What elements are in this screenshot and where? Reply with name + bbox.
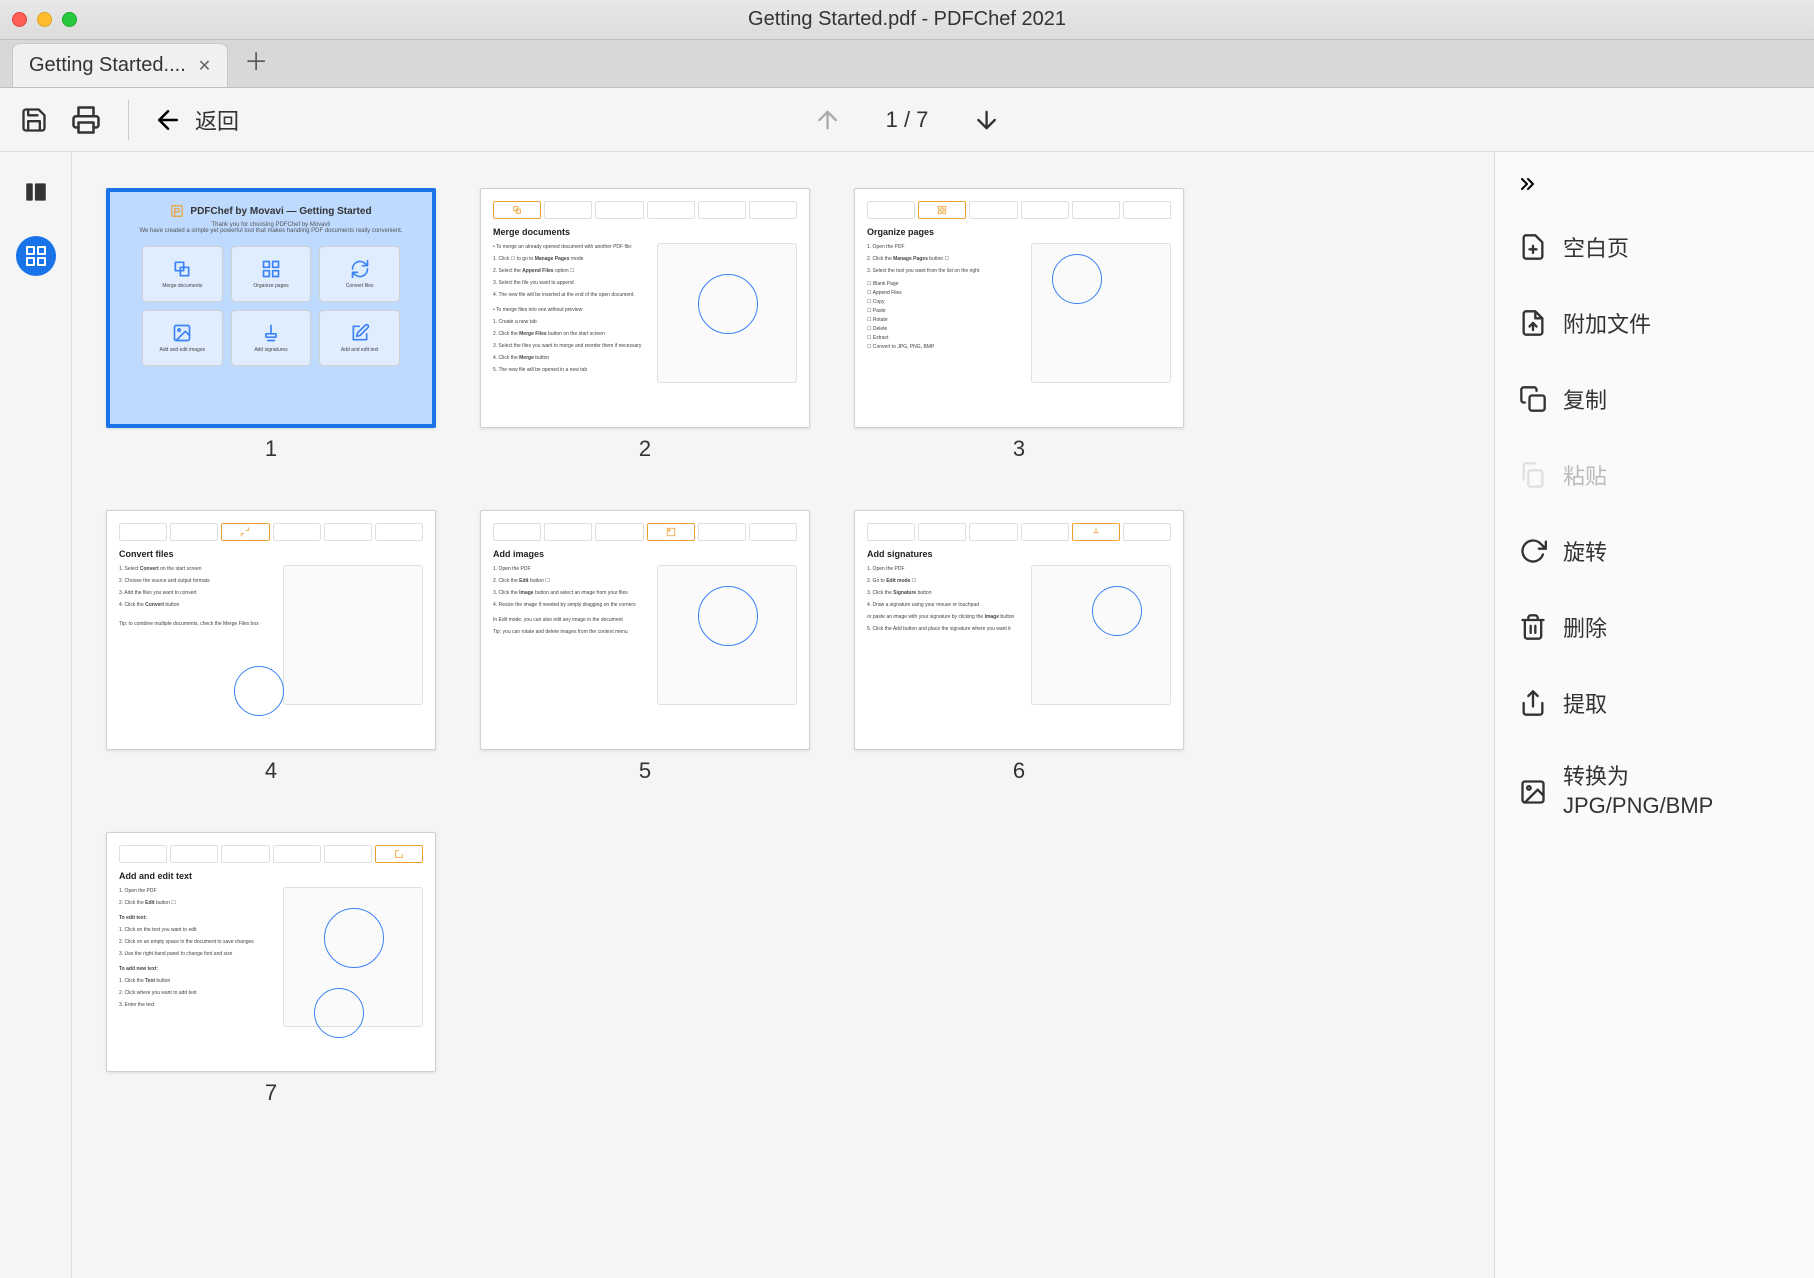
page-label: 5 — [639, 758, 651, 784]
page-label: 1 — [265, 436, 277, 462]
maximize-window-button[interactable] — [62, 12, 77, 27]
image-icon — [1519, 778, 1547, 806]
page-thumbnail-7[interactable]: Add and edit text 1. Open the PDF 2. Cli… — [96, 832, 446, 1106]
titlebar: Getting Started.pdf - PDFChef 2021 — [0, 0, 1814, 40]
back-button[interactable]: 返回 — [153, 104, 239, 136]
panel-label: 旋转 — [1563, 535, 1607, 567]
page-thumbnail-6[interactable]: Add signatures 1. Open the PDF 2. Go to … — [844, 510, 1194, 784]
chevrons-right-icon — [1515, 172, 1539, 196]
append-file-icon — [1519, 309, 1547, 337]
arrow-left-icon — [153, 105, 183, 135]
arrow-down-icon — [972, 106, 1000, 134]
prev-page-button[interactable] — [810, 102, 846, 138]
page-thumbnail-5[interactable]: Add images 1. Open the PDF 2. Click the … — [470, 510, 820, 784]
panel-label: 转换为 JPG/PNG/BMP — [1563, 763, 1713, 820]
grid-view-button[interactable] — [16, 236, 56, 276]
page-thumbnail-2[interactable]: Merge documents • To merge an already op… — [470, 188, 820, 462]
save-icon — [20, 106, 48, 134]
page-label: 7 — [265, 1080, 277, 1106]
window-title: Getting Started.pdf - PDFChef 2021 — [748, 8, 1066, 31]
page-label: 3 — [1013, 436, 1025, 462]
panel-label: 提取 — [1563, 687, 1607, 719]
paste-button: 粘贴 — [1495, 437, 1814, 513]
convert-button[interactable]: 转换为 JPG/PNG/BMP — [1495, 741, 1814, 842]
panel-label: 附加文件 — [1563, 307, 1651, 339]
page-thumbnail-3[interactable]: Organize pages 1. Open the PDF 2. Click … — [844, 188, 1194, 462]
paste-icon — [1519, 461, 1547, 489]
close-icon[interactable]: ✕ — [198, 56, 211, 76]
trash-icon — [1519, 613, 1547, 641]
right-panel: 空白页 附加文件 复制 粘贴 旋转 删除 提取 — [1494, 152, 1814, 1278]
page-label: 4 — [265, 758, 277, 784]
tab-label: Getting Started.... — [29, 54, 186, 77]
new-tab-button[interactable]: ＋ — [228, 32, 284, 87]
traffic-lights — [12, 12, 77, 27]
toolbar-divider — [128, 100, 129, 140]
left-rail — [0, 152, 72, 1278]
content-row: PDFChef by Movavi — Getting Started Than… — [0, 152, 1814, 1278]
close-window-button[interactable] — [12, 12, 27, 27]
next-page-button[interactable] — [968, 102, 1004, 138]
copy-icon — [1519, 385, 1547, 413]
rotate-button[interactable]: 旋转 — [1495, 513, 1814, 589]
collapse-panel-button[interactable] — [1495, 164, 1814, 209]
extract-icon — [1519, 689, 1547, 717]
page-thumbnail-1[interactable]: PDFChef by Movavi — Getting Started Than… — [96, 188, 446, 462]
extract-button[interactable]: 提取 — [1495, 665, 1814, 741]
thumbnails-area[interactable]: PDFChef by Movavi — Getting Started Than… — [72, 152, 1494, 1278]
minimize-window-button[interactable] — [37, 12, 52, 27]
page-indicator: 1 / 7 — [886, 107, 929, 133]
page-label: 6 — [1013, 758, 1025, 784]
toolbar: 返回 1 / 7 — [0, 88, 1814, 152]
tab-bar: Getting Started.... ✕ ＋ — [0, 40, 1814, 88]
page-navigator: 1 / 7 — [810, 102, 1005, 138]
back-label: 返回 — [195, 104, 239, 136]
append-file-button[interactable]: 附加文件 — [1495, 285, 1814, 361]
panel-label: 粘贴 — [1563, 459, 1607, 491]
delete-button[interactable]: 删除 — [1495, 589, 1814, 665]
panel-label: 删除 — [1563, 611, 1607, 643]
arrow-up-icon — [814, 106, 842, 134]
save-button[interactable] — [16, 102, 52, 138]
panel-label: 复制 — [1563, 383, 1607, 415]
print-icon — [71, 105, 101, 135]
tab-active[interactable]: Getting Started.... ✕ — [12, 43, 228, 87]
page-label: 2 — [639, 436, 651, 462]
grid-icon — [24, 244, 48, 268]
blank-page-icon — [1519, 233, 1547, 261]
blank-page-button[interactable]: 空白页 — [1495, 209, 1814, 285]
sidebar-icon — [23, 179, 49, 205]
app-icon — [170, 204, 184, 218]
thumbnails-view-button[interactable] — [16, 172, 56, 212]
panel-label: 空白页 — [1563, 231, 1629, 263]
print-button[interactable] — [68, 102, 104, 138]
copy-button[interactable]: 复制 — [1495, 361, 1814, 437]
page-thumbnail-4[interactable]: Convert files 1. Select Convert on the s… — [96, 510, 446, 784]
rotate-icon — [1519, 537, 1547, 565]
